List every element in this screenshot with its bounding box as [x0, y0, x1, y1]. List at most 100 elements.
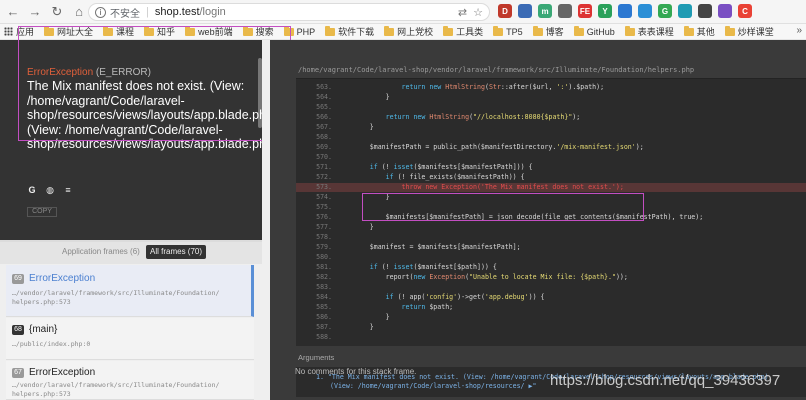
code-line: 566. return new HtmlString("//localhost:…: [296, 113, 806, 122]
stackoverflow-icon[interactable]: ≡: [63, 185, 73, 195]
code-line: 569. $manifestPath = public_path($manife…: [296, 143, 806, 152]
home-icon[interactable]: ⌂: [70, 3, 88, 21]
url-path: /login: [199, 6, 226, 18]
google-search-icon[interactable]: G: [27, 185, 37, 195]
code-text: $manifestPath = public_path($manifestDir…: [338, 143, 644, 151]
frame-name: ErrorException: [29, 273, 96, 284]
back-arrow-icon[interactable]: ←: [4, 3, 22, 21]
bookmark-label: TP5: [506, 26, 523, 37]
url-host: shop.test: [154, 6, 200, 18]
folder-icon: [384, 25, 395, 36]
ext-green2-icon[interactable]: Y: [598, 4, 612, 18]
line-number: 572.: [316, 173, 332, 181]
ext-pdf-icon[interactable]: FE: [578, 4, 592, 18]
code-line: 583.: [296, 283, 806, 292]
ext-diamond-icon[interactable]: [638, 4, 652, 18]
copy-button[interactable]: COPY: [27, 207, 57, 217]
arguments-label: Arguments: [298, 353, 335, 362]
code-line: 563. return new HtmlString(Str::after($u…: [296, 83, 806, 92]
line-number: 584.: [316, 293, 332, 301]
frame-path: …/public/index.php:0: [12, 340, 91, 348]
ext-dark-icon[interactable]: [698, 4, 712, 18]
frame-path-file: helpers.php:573: [12, 390, 71, 398]
address-bar[interactable]: i 不安全 | shop.test /login ⇄ ☆: [88, 3, 490, 21]
code-line: 567. }: [296, 123, 806, 132]
line-number: 571.: [316, 163, 332, 171]
line-number: 582.: [316, 273, 332, 281]
frame-path-file: helpers.php:573: [12, 298, 71, 306]
no-comments-text: No comments for this stack frame.: [295, 367, 417, 376]
info-icon[interactable]: i: [95, 6, 106, 18]
code-line: 584. if (! app('config')->get('app.debug…: [296, 293, 806, 302]
bookmark-item[interactable]: 网上党校: [384, 25, 433, 38]
extensions-row: Dm FE Y G C: [498, 4, 752, 18]
line-number: 565.: [316, 103, 332, 111]
line-number: 573.: [316, 183, 332, 191]
frame-number: 68: [12, 325, 24, 335]
frame-name: ErrorException: [29, 367, 96, 378]
bookmark-star-icon[interactable]: ☆: [473, 6, 483, 19]
code-text: if (! app('config')->get('app.debug')) {: [385, 293, 545, 301]
ext-blue-icon[interactable]: [518, 4, 532, 18]
code-line: 585. return $path;: [296, 303, 806, 312]
ext-red-icon[interactable]: D: [498, 4, 512, 18]
bookmark-label: PHP: [296, 26, 316, 37]
bookmark-item[interactable]: GitHub: [573, 25, 615, 37]
duckduckgo-icon[interactable]: ◍: [45, 185, 55, 195]
folder-icon: [683, 25, 694, 36]
ext-gray-icon[interactable]: [558, 4, 572, 18]
forward-arrow-icon[interactable]: →: [26, 3, 44, 21]
bookmarks-more-icon[interactable]: »: [796, 25, 802, 36]
ext-green-icon[interactable]: m: [538, 4, 552, 18]
folder-icon: [532, 25, 543, 36]
bookmark-item[interactable]: 博客: [532, 25, 564, 38]
bookmark-label: 博客: [545, 27, 564, 37]
argument-line-cont[interactable]: (View: /home/vagrant/Code/laravel-shop/r…: [330, 382, 536, 391]
code-line: 572. if (! file_exists($manifestPath)) {: [296, 173, 806, 182]
line-number: 583.: [316, 283, 332, 291]
code-line: 578.: [296, 233, 806, 242]
bookmark-item[interactable]: 工具类: [443, 25, 483, 38]
translate-icon[interactable]: ⇄: [458, 6, 467, 19]
code-line: 579. $manifest = $manifests[$manifestPat…: [296, 243, 806, 252]
code-line: 571. if (! isset($manifests[$manifestPat…: [296, 163, 806, 172]
bookmark-item[interactable]: 表表课程: [624, 25, 674, 38]
line-number: 578.: [316, 233, 332, 241]
bookmark-item[interactable]: 其他: [683, 25, 715, 38]
ext-chrome-icon[interactable]: C: [738, 4, 752, 18]
stack-frame[interactable]: 67 ErrorException …/vendor/laravel/frame…: [6, 361, 254, 400]
ext-purple-icon[interactable]: [718, 4, 732, 18]
code-text: return new HtmlString("//localhost:8080{…: [385, 113, 581, 121]
bookmark-item[interactable]: 软件下载: [325, 25, 374, 38]
ext-g-icon[interactable]: G: [658, 4, 672, 18]
reload-icon[interactable]: ↻: [48, 3, 66, 21]
omnibox-separator: |: [146, 6, 149, 18]
code-text: }: [338, 123, 374, 131]
line-number: 569.: [316, 143, 332, 151]
bookmark-label: GitHub: [586, 26, 615, 37]
all-frames-tab[interactable]: All frames (70): [146, 245, 207, 259]
line-number: 585.: [316, 303, 332, 311]
code-file-path: /home/vagrant/Code/laravel-shop/vendor/l…: [298, 66, 695, 74]
bookmark-label: 网上党校: [397, 27, 434, 37]
watermark: https://blog.csdn.net/qq_39436397: [550, 372, 781, 389]
code-line: 586. }: [296, 313, 806, 322]
ext-blue2-icon[interactable]: [618, 4, 632, 18]
stack-frame[interactable]: 68 {main} …/public/index.php:0: [6, 318, 254, 360]
bookmark-item[interactable]: 炒样课堂: [724, 25, 774, 38]
code-line: 587. }: [296, 323, 806, 332]
code-text: }: [338, 313, 390, 321]
application-frames-tab[interactable]: Application frames (6): [62, 247, 140, 256]
stack-frame[interactable]: 69 ErrorException …/vendor/laravel/frame…: [6, 265, 254, 317]
code-text: return $path;: [401, 303, 454, 311]
code-text: $manifest = $manifests[$manifestPath];: [338, 243, 521, 251]
code-text: }: [338, 223, 374, 231]
ext-teal-icon[interactable]: [678, 4, 692, 18]
line-number: 564.: [316, 93, 332, 101]
code-text: report(new Exception("Unable to locate M…: [338, 273, 628, 281]
code-text: throw new Exception('The Mix manifest do…: [338, 183, 624, 191]
frame-path: …/vendor/laravel/framework/src/Illuminat…: [12, 381, 220, 389]
frame-number: 67: [12, 368, 24, 378]
bookmark-item[interactable]: TP5: [493, 25, 523, 37]
line-number: 586.: [316, 313, 332, 321]
